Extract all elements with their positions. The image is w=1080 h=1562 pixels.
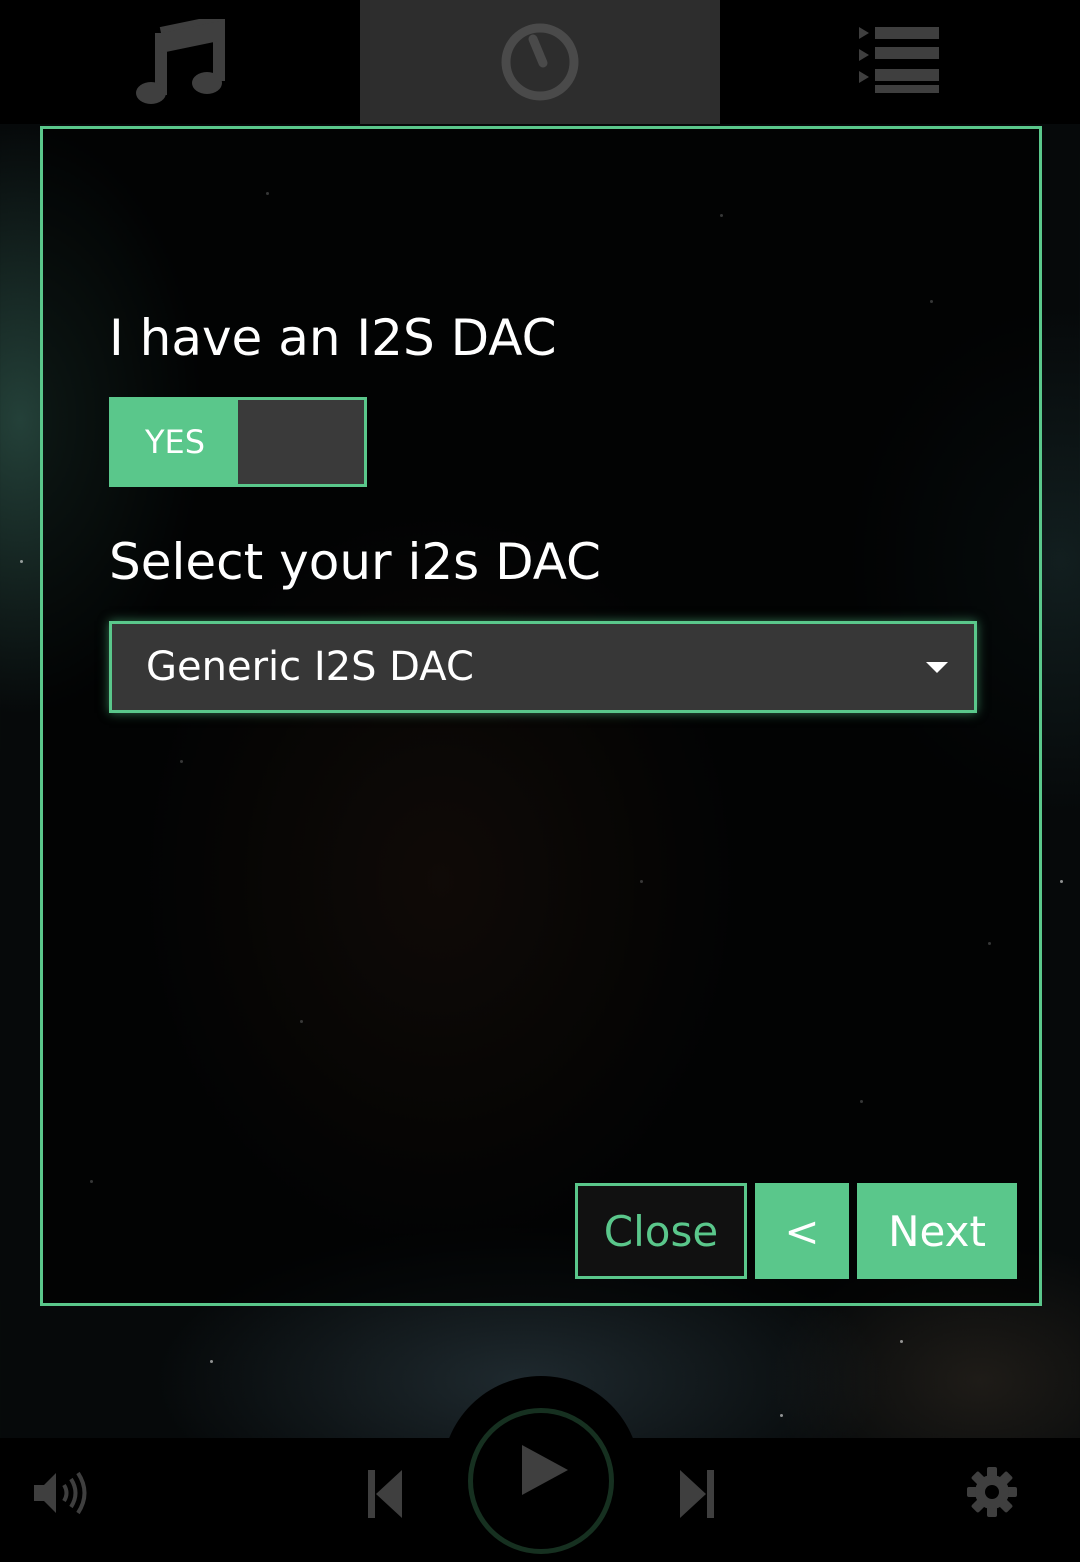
tab-browse[interactable] (0, 0, 360, 124)
caret-down-icon (926, 662, 948, 673)
dac-select-dropdown[interactable]: Generic I2S DAC (109, 621, 977, 713)
dac-select-value: Generic I2S DAC (146, 644, 474, 690)
clock-icon (501, 23, 579, 101)
top-navigation-bar (0, 0, 1080, 124)
i2s-dac-toggle[interactable]: YES (109, 397, 367, 487)
next-track-icon[interactable] (678, 1468, 714, 1520)
previous-step-button[interactable]: < (755, 1183, 849, 1279)
play-button[interactable] (468, 1408, 614, 1554)
music-note-icon (136, 19, 225, 104)
tab-playback[interactable] (360, 0, 720, 124)
queue-list-icon (859, 27, 939, 93)
settings-gear-icon[interactable] (966, 1466, 1018, 1518)
i2s-question-label: I have an I2S DAC (109, 309, 557, 367)
close-button[interactable]: Close (575, 1183, 747, 1279)
play-icon (522, 1445, 568, 1495)
dac-select-label: Select your i2s DAC (109, 533, 601, 591)
volume-icon[interactable] (32, 1470, 90, 1516)
next-step-button[interactable]: Next (857, 1183, 1017, 1279)
tab-queue[interactable] (720, 0, 1080, 124)
previous-track-icon[interactable] (368, 1468, 404, 1520)
toggle-yes-label: YES (112, 400, 238, 484)
i2s-dac-wizard: I have an I2S DAC YES Select your i2s DA… (40, 126, 1042, 1306)
